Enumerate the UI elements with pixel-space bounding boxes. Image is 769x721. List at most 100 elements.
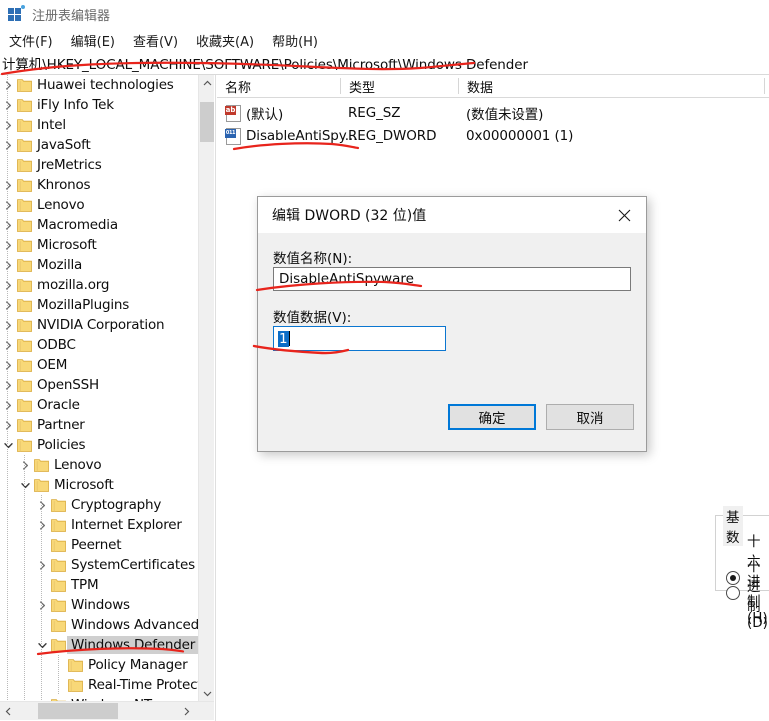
value-type-cell: REG_DWORD: [348, 127, 437, 144]
tree-guide-line: [24, 455, 25, 475]
folder-icon: [16, 75, 33, 95]
address-path[interactable]: 计算机\HKEY_LOCAL_MACHINE\SOFTWARE\Policies…: [0, 53, 528, 73]
chevron-right-icon[interactable]: [34, 495, 50, 515]
chevron-right-icon[interactable]: [0, 395, 16, 415]
ok-button[interactable]: 确定: [448, 404, 536, 430]
tree-item-tpm[interactable]: TPM: [0, 575, 198, 595]
chevron-right-icon[interactable]: [0, 355, 16, 375]
radio-decimal[interactable]: 十进制(D): [726, 555, 768, 631]
tree-item-oem[interactable]: OEM: [0, 355, 198, 375]
folder-icon: [16, 435, 33, 455]
tree-item-lenovo[interactable]: Lenovo: [0, 195, 198, 215]
tree-item-mozilla-org[interactable]: mozilla.org: [0, 275, 198, 295]
menu-file[interactable]: 文件(F): [0, 29, 62, 52]
tree-item-microsoft[interactable]: Microsoft: [0, 475, 198, 495]
tree-item-windows[interactable]: Windows: [0, 595, 198, 615]
menu-favorites[interactable]: 收藏夹(A): [187, 29, 263, 52]
chevron-right-icon[interactable]: [0, 135, 16, 155]
tree-item-policy-manager[interactable]: Policy Manager: [0, 655, 198, 675]
chevron-right-icon[interactable]: [0, 195, 16, 215]
tree-item-label: ODBC: [37, 337, 76, 353]
tree-item-intel[interactable]: Intel: [0, 115, 198, 135]
value-data-input[interactable]: 1: [273, 326, 446, 351]
tree-leaf-spacer: [51, 675, 67, 695]
tree-item-partner[interactable]: Partner: [0, 415, 198, 435]
chevron-right-icon[interactable]: [0, 295, 16, 315]
column-header-name[interactable]: 名称: [217, 75, 348, 97]
tree-item-macromedia[interactable]: Macromedia: [0, 215, 198, 235]
scroll-left-arrow[interactable]: [0, 702, 17, 720]
tree-item-systemcertificates[interactable]: SystemCertificates: [0, 555, 198, 575]
tree-item-jremetrics[interactable]: JreMetrics: [0, 155, 198, 175]
menu-view[interactable]: 查看(V): [124, 29, 187, 52]
chevron-right-icon[interactable]: [0, 215, 16, 235]
tree-guide-line: [7, 95, 8, 115]
folder-icon: [16, 195, 33, 215]
scroll-up-arrow[interactable]: [199, 75, 215, 91]
tree-item-cryptography[interactable]: Cryptography: [0, 495, 198, 515]
menu-help[interactable]: 帮助(H): [263, 29, 327, 52]
tree-guide-line: [24, 615, 25, 635]
column-header-data[interactable]: 数据: [459, 75, 717, 97]
chevron-right-icon[interactable]: [0, 275, 16, 295]
table-row[interactable]: ab (默认) REG_SZ (数值未设置): [217, 101, 769, 124]
registry-tree[interactable]: Huawei technologies iFly Info Tek Intel Jav…: [0, 75, 198, 701]
scroll-down-arrow[interactable]: [199, 685, 215, 701]
tree-leaf-spacer: [34, 535, 50, 555]
tree-item-huawei-technologies[interactable]: Huawei technologies: [0, 75, 198, 95]
tree-item-oracle[interactable]: Oracle: [0, 395, 198, 415]
tree-item-lenovo[interactable]: Lenovo: [0, 455, 198, 475]
tree-item-javasoft[interactable]: JavaSoft: [0, 135, 198, 155]
tree-item-mozillaplugins[interactable]: MozillaPlugins: [0, 295, 198, 315]
chevron-right-icon[interactable]: [34, 515, 50, 535]
tree-item-windows-advanced-th[interactable]: Windows Advanced Th: [0, 615, 198, 635]
address-bar[interactable]: 计算机\HKEY_LOCAL_MACHINE\SOFTWARE\Policies…: [0, 52, 769, 75]
chevron-right-icon[interactable]: [0, 315, 16, 335]
tree-item-khronos[interactable]: Khronos: [0, 175, 198, 195]
tree-item-real-time-protectio[interactable]: Real-Time Protectio: [0, 675, 198, 695]
chevron-right-icon[interactable]: [0, 115, 16, 135]
chevron-right-icon[interactable]: [0, 415, 16, 435]
chevron-right-icon[interactable]: [0, 75, 16, 95]
chevron-right-icon[interactable]: [34, 555, 50, 575]
chevron-right-icon[interactable]: [0, 175, 16, 195]
tree-guide-line: [7, 295, 8, 315]
tree-item-policies[interactable]: Policies: [0, 435, 198, 455]
tree-scroll-thumb[interactable]: [200, 102, 214, 142]
menu-edit[interactable]: 编辑(E): [62, 29, 124, 52]
tree-guide-line: [7, 335, 8, 355]
table-row[interactable]: 011 DisableAntiSpy... REG_DWORD 0x000000…: [217, 124, 769, 147]
chevron-right-icon[interactable]: [0, 335, 16, 355]
chevron-right-icon[interactable]: [34, 595, 50, 615]
tree-item-mozilla[interactable]: Mozilla: [0, 255, 198, 275]
chevron-down-icon[interactable]: [17, 475, 33, 495]
tree-leaf-spacer: [34, 615, 50, 635]
tree-item-nvidia-corporation[interactable]: NVIDIA Corporation: [0, 315, 198, 335]
chevron-down-icon[interactable]: [34, 635, 50, 655]
tree-guide-line: [7, 375, 8, 395]
scroll-right-arrow[interactable]: [178, 702, 195, 720]
tree-item-microsoft[interactable]: Microsoft: [0, 235, 198, 255]
tree-vertical-scrollbar[interactable]: [198, 75, 215, 701]
chevron-right-icon[interactable]: [0, 235, 16, 255]
chevron-right-icon[interactable]: [0, 375, 16, 395]
tree-guide-line: [7, 415, 8, 435]
tree-item-internet-explorer[interactable]: Internet Explorer: [0, 515, 198, 535]
chevron-right-icon[interactable]: [0, 255, 16, 275]
tree-horizontal-scrollbar[interactable]: [0, 701, 214, 720]
column-header-type[interactable]: 类型: [341, 75, 466, 97]
chevron-right-icon[interactable]: [0, 95, 16, 115]
tree-guide-line: [7, 115, 8, 135]
tree-hscroll-thumb[interactable]: [38, 703, 118, 719]
close-icon[interactable]: [602, 197, 646, 233]
tree-item-windows-defender[interactable]: Windows Defender: [0, 635, 198, 655]
cancel-button[interactable]: 取消: [546, 404, 634, 430]
tree-item-openssh[interactable]: OpenSSH: [0, 375, 198, 395]
tree-item-peernet[interactable]: Peernet: [0, 535, 198, 555]
tree-item-odbc[interactable]: ODBC: [0, 335, 198, 355]
chevron-right-icon[interactable]: [17, 455, 33, 475]
folder-icon: [16, 355, 33, 375]
chevron-down-icon[interactable]: [0, 435, 16, 455]
tree-item-ifly-info-tek[interactable]: iFly Info Tek: [0, 95, 198, 115]
value-name-input[interactable]: DisableAntiSpyware: [273, 267, 631, 291]
